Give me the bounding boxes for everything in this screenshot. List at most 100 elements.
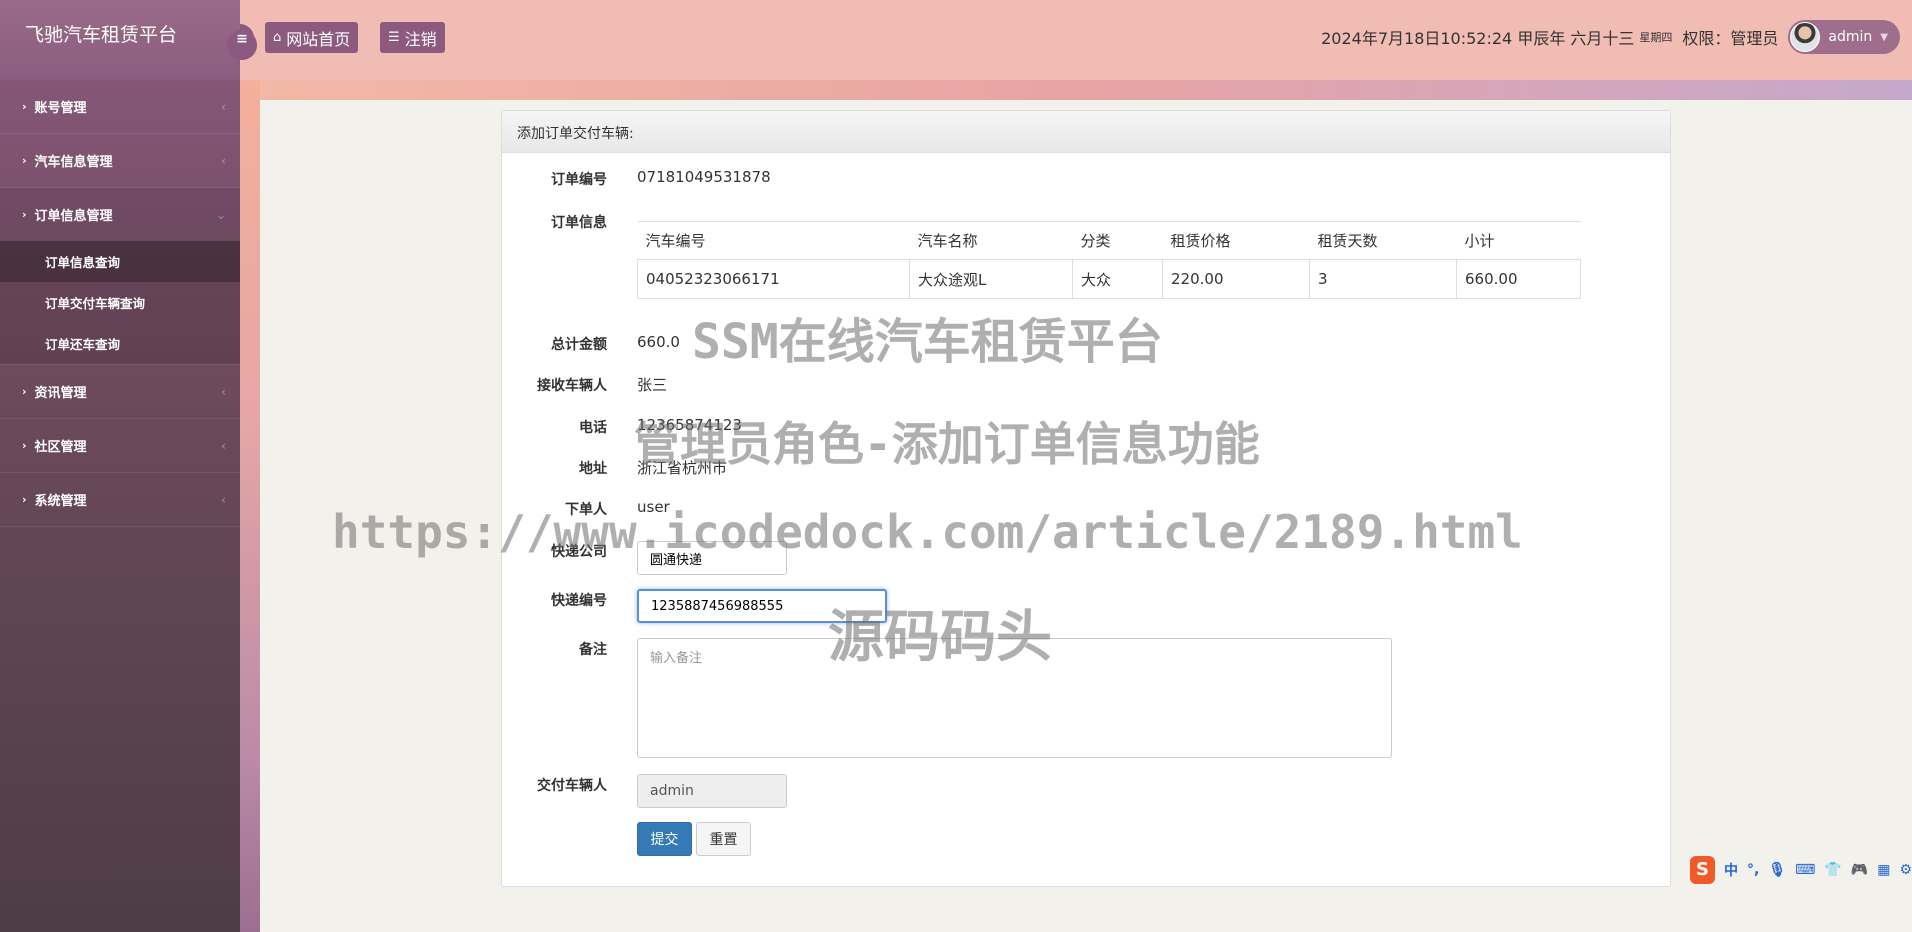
sidebar-item-label: 资讯管理 [34, 386, 87, 401]
chevron-right-icon: › [22, 100, 27, 113]
col-category: 分类 [1072, 221, 1163, 260]
username: admin [1828, 29, 1873, 45]
sidebar-submenu-order: 订单信息查询 订单交付车辆查询 订单还车查询 [0, 241, 240, 364]
sidebar-item-label: 社区管理 [34, 440, 87, 455]
user-menu[interactable]: admin ▼ [1788, 20, 1900, 54]
chevron-left-icon: ‹ [221, 99, 226, 114]
table-row: 04052323066171 大众途观L 大众 220.00 3 660.00 [637, 259, 1581, 299]
col-price: 租赁价格 [1162, 221, 1310, 260]
header-strip [240, 80, 1912, 100]
datetime-text: 2024年7月18日10:52:24 甲辰年 六月十三 [1321, 29, 1635, 48]
cell-days: 3 [1309, 259, 1457, 299]
watermark-url: https://www.icodedock.com/article/2189.h… [332, 505, 1523, 559]
chevron-left-icon: ‹ [221, 153, 226, 168]
form-panel: 添加订单交付车辆: 订单编号 07181049531878 订单信息 汽车编号 … [501, 110, 1671, 887]
chevron-down-icon: ⌄ [215, 207, 226, 222]
chevron-left-icon: ‹ [221, 492, 226, 507]
deliverer-label: 交付车辆人 [537, 778, 607, 794]
top-header: ≡ ⌂ 网站首页 ☰ 注销 2024年7月18日10:52:24 甲辰年 六月十… [227, 0, 1912, 80]
home-icon: ⌂ [273, 30, 282, 45]
avatar [1790, 22, 1821, 52]
col-days: 租赁天数 [1309, 221, 1457, 260]
deliverer-input-value: admin [650, 783, 694, 799]
order-no-value: 07181049531878 [637, 168, 771, 186]
caret-down-icon: ▼ [1880, 31, 1888, 43]
order-no-label: 订单编号 [551, 172, 607, 188]
sidebar-item-label: 账号管理 [34, 101, 87, 116]
role-text: 权限：管理员 [1682, 29, 1779, 48]
tracking-label: 快递编号 [551, 593, 607, 609]
app-title: 飞驰汽车租赁平台 [0, 0, 240, 80]
sidebar-item-label: 系统管理 [34, 494, 87, 509]
remark-placeholder: 输入备注 [650, 651, 703, 666]
gamepad-icon[interactable]: 🎮 [1851, 862, 1868, 878]
punctuation-icon[interactable]: °, [1747, 862, 1759, 878]
cell-subtotal: 660.00 [1456, 259, 1581, 299]
sidebar-item-account[interactable]: › 账号管理 ‹ [0, 80, 240, 133]
chevron-right-icon: › [22, 208, 27, 221]
sogou-logo-icon[interactable]: S [1690, 856, 1715, 884]
cell-category: 大众 [1072, 259, 1163, 299]
chevron-left-icon: ‹ [221, 384, 226, 399]
sidebar-subitem-delivery-query[interactable]: 订单交付车辆查询 [0, 282, 240, 323]
sidebar: 飞驰汽车租赁平台 › 账号管理 ‹ › 汽车信息管理 ‹ › 订单信息管理 ⌄ … [0, 0, 240, 932]
sidebar-group-system: › 系统管理 ‹ [0, 473, 240, 527]
chevron-left-icon: ‹ [221, 438, 226, 453]
chevron-right-icon: › [22, 154, 27, 167]
sidebar-item-community[interactable]: › 社区管理 ‹ [0, 419, 240, 472]
receiver-value: 张三 [637, 376, 668, 394]
chevron-right-icon: › [22, 439, 27, 452]
grid-icon[interactable]: ▦ [1877, 862, 1890, 878]
logout-button-label: 注销 [404, 29, 437, 49]
sidebar-group-car: › 汽车信息管理 ‹ [0, 134, 240, 188]
list-icon: ☰ [388, 30, 400, 45]
chevron-right-icon: › [22, 493, 27, 506]
cell-price: 220.00 [1162, 259, 1310, 299]
ime-mode-text[interactable]: 中 [1724, 860, 1738, 880]
chevron-right-icon: › [22, 385, 27, 398]
total-value: 660.0 [637, 333, 680, 351]
submit-button[interactable]: 提交 [637, 822, 692, 856]
sidebar-group-account: › 账号管理 ‹ [0, 80, 240, 134]
sidebar-group-news: › 资讯管理 ‹ [0, 365, 240, 419]
sidebar-group-order: › 订单信息管理 ⌄ 订单信息查询 订单交付车辆查询 订单还车查询 [0, 188, 240, 365]
sidebar-item-car-info[interactable]: › 汽车信息管理 ‹ [0, 134, 240, 187]
watermark-brand: 源码码头 [828, 605, 1052, 670]
deliverer-input[interactable]: admin [637, 774, 787, 808]
order-items-table: 汽车编号 汽车名称 分类 租赁价格 租赁天数 小计 04052323066171… [637, 221, 1581, 299]
tracking-input-value: 1235887456988555 [651, 598, 784, 614]
col-car-name: 汽车名称 [909, 221, 1073, 260]
table-header-row: 汽车编号 汽车名称 分类 租赁价格 租赁天数 小计 [637, 221, 1581, 260]
panel-title: 添加订单交付车辆: [502, 111, 1670, 153]
cell-car-name: 大众途观L [909, 259, 1073, 299]
sidebar-subitem-return-query[interactable]: 订单还车查询 [0, 323, 240, 364]
watermark-subtitle: 管理员角色-添加订单信息功能 [634, 417, 1260, 471]
reset-button[interactable]: 重置 [696, 822, 751, 856]
keyboard-icon[interactable]: ⌨ [1795, 862, 1815, 878]
ime-toolbar: S 中 °, 🎙 ⌨ 👕 🎮 ▦ ⚙ [1690, 855, 1912, 885]
sidebar-item-label: 订单信息管理 [34, 209, 113, 224]
skin-icon[interactable]: 👕 [1824, 862, 1841, 878]
sidebar-subitem-order-query[interactable]: 订单信息查询 [0, 241, 240, 282]
logout-button[interactable]: ☰ 注销 [380, 22, 445, 53]
weekday-text: 星期四 [1639, 31, 1673, 44]
sidebar-item-label: 汽车信息管理 [34, 155, 113, 170]
phone-label: 电话 [579, 420, 607, 436]
microphone-icon[interactable]: 🎙 [1768, 862, 1786, 878]
sidebar-item-system[interactable]: › 系统管理 ‹ [0, 473, 240, 526]
sidebar-item-order-info[interactable]: › 订单信息管理 ⌄ [0, 188, 240, 241]
col-car-no: 汽车编号 [637, 221, 910, 260]
sidebar-toggle-button[interactable]: ≡ [227, 24, 257, 60]
remark-label: 备注 [579, 642, 607, 658]
watermark-title: SSM在线汽车租赁平台 [692, 314, 1163, 370]
total-label: 总计金额 [551, 337, 607, 353]
order-info-label: 订单信息 [551, 215, 607, 231]
col-subtotal: 小计 [1456, 221, 1581, 260]
cell-car-no: 04052323066171 [637, 259, 910, 299]
left-gradient-band [240, 80, 260, 932]
sidebar-group-community: › 社区管理 ‹ [0, 419, 240, 473]
settings-icon[interactable]: ⚙ [1899, 862, 1912, 878]
home-button[interactable]: ⌂ 网站首页 [265, 22, 359, 53]
home-button-label: 网站首页 [286, 29, 351, 49]
sidebar-item-news[interactable]: › 资讯管理 ‹ [0, 365, 240, 418]
